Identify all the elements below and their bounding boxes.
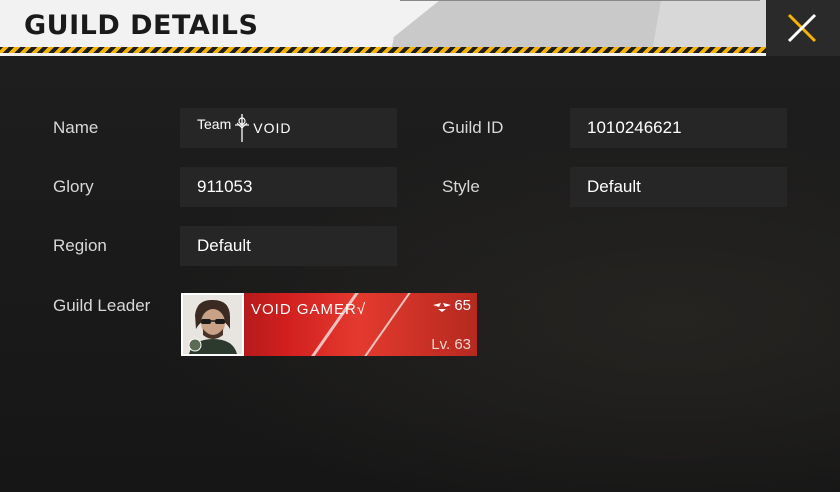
guild-id-label: Guild ID: [442, 118, 504, 137]
name-team-text: Team: [197, 116, 232, 132]
leader-name: VOID GAMER√: [251, 301, 367, 318]
style-label: Style: [442, 177, 480, 196]
guild-leader-card[interactable]: VOID GAMER√ 65 Lv. 63: [181, 293, 477, 356]
leader-rank-value: 65: [454, 297, 471, 314]
leader-rank: 65: [432, 297, 471, 314]
card-slash-decoration: [359, 293, 425, 356]
sword-icon: [235, 114, 250, 142]
guild-id-field: 1010246621: [570, 108, 787, 148]
page-title: GUILD DETAILS: [24, 10, 259, 41]
glory-label: Glory: [53, 177, 94, 196]
name-field: Team VOID: [180, 108, 397, 148]
region-label: Region: [53, 236, 107, 255]
header-decoration-line: [400, 0, 760, 48]
name-label: Name: [53, 118, 99, 137]
glory-field: 911053: [180, 167, 397, 207]
header-bar: GUILD DETAILS: [0, 0, 840, 56]
rank-wings-icon: [433, 302, 452, 312]
leader-level: Lv. 63: [431, 336, 471, 353]
guild-leader-label: Guild Leader: [53, 296, 151, 315]
avatar-portrait-icon: [183, 295, 242, 354]
region-field: Default: [180, 226, 397, 266]
style-field: Default: [570, 167, 787, 207]
leader-avatar: [181, 293, 244, 356]
close-icon: [787, 13, 817, 43]
name-void-text: VOID: [253, 120, 292, 136]
close-button[interactable]: [766, 0, 840, 56]
hazard-stripe: [0, 47, 840, 53]
